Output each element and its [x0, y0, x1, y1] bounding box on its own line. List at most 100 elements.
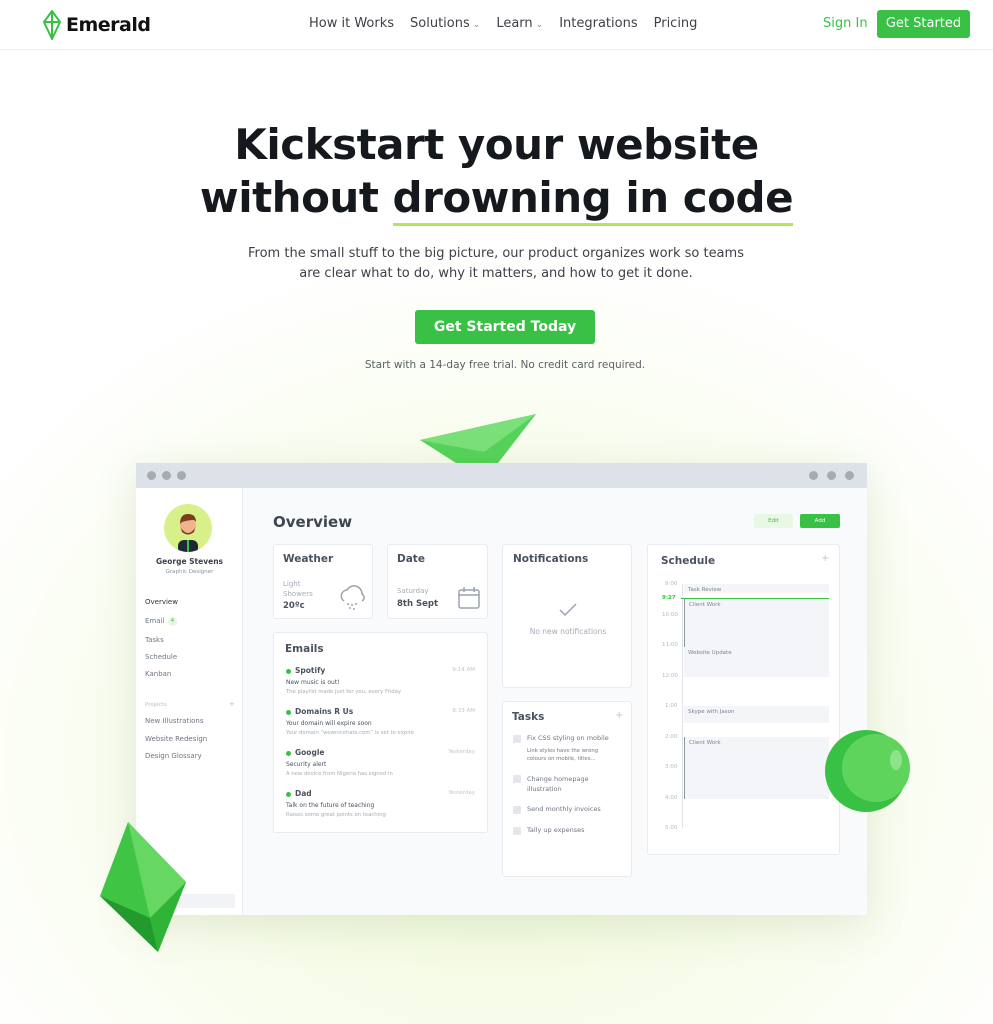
date-title: Date: [397, 553, 425, 565]
email-sender[interactable]: Google: [295, 748, 325, 757]
sidebar-item-schedule[interactable]: Schedule: [145, 653, 177, 661]
calendar-icon: [458, 587, 480, 609]
email-subject[interactable]: Security alert: [286, 761, 326, 768]
user-role: Graphic Designer: [165, 569, 214, 575]
date-card: Date Saturday 8th Sept: [387, 544, 488, 619]
sidebar-project[interactable]: Website Redesign: [145, 735, 207, 743]
task-checkbox[interactable]: [513, 775, 521, 783]
schedule-event[interactable]: Client Work: [684, 736, 829, 800]
top-nav: Emerald How it Works Solutions ⌄ Learn ⌄ I…: [0, 0, 993, 50]
schedule-hour-label: 12:00: [662, 672, 678, 679]
trial-note: Start with a 14-day free trial. No credi…: [364, 359, 646, 371]
date-day: Saturday: [397, 587, 429, 595]
task-label: Send monthly invoices: [527, 805, 601, 813]
overview-title: Overview: [273, 513, 353, 531]
user-name: George Stevens: [155, 557, 223, 566]
sidebar-item-tasks[interactable]: Tasks: [145, 636, 164, 644]
email-sender[interactable]: Domains R Us: [295, 707, 353, 716]
green-gem-top-decoration: [420, 414, 536, 463]
tasks-title: Tasks: [512, 711, 545, 723]
emails-card: Emails Spotify 9:14 AM New music is out!…: [273, 632, 488, 833]
hero-title-highlight: drowning in code: [392, 173, 794, 226]
schedule-event[interactable]: Task Review: [684, 584, 829, 594]
edit-button[interactable]: Edit: [754, 514, 793, 528]
unread-dot-icon: [286, 710, 291, 715]
email-subject[interactable]: New music is out!: [286, 679, 340, 686]
task-label: Fix CSS styling on mobile: [527, 734, 609, 742]
schedule-hour-label: 5:00: [665, 825, 678, 831]
no-notifications-text: No new notifications: [529, 627, 607, 636]
emerald-logo-icon: [42, 10, 62, 40]
schedule-event[interactable]: Client Work: [684, 599, 829, 649]
notifications-title: Notifications: [513, 553, 589, 565]
notification-icon[interactable]: [827, 471, 836, 480]
nav-solutions-label: Solutions: [410, 16, 470, 31]
window-titlebar: [136, 463, 867, 488]
nav-learn[interactable]: Learn ⌄: [496, 16, 543, 31]
weather-temp: 20ºc: [283, 601, 305, 611]
email-subject[interactable]: Talk on the future of teaching: [286, 802, 374, 809]
sidebar-project[interactable]: New Illustrations: [145, 717, 204, 725]
logo[interactable]: Emerald: [42, 10, 151, 40]
email-preview: The playlist made just for you, every Fr…: [286, 689, 402, 695]
weather-condition: Light Showers: [283, 580, 313, 598]
sign-in-link[interactable]: Sign In: [823, 16, 868, 31]
schedule-title: Schedule: [661, 555, 716, 567]
sidebar-item-overview[interactable]: Overview: [145, 598, 178, 606]
current-time-line: [681, 597, 829, 599]
unread-dot-icon: [286, 751, 291, 756]
nav-how-it-works[interactable]: How it Works: [309, 16, 394, 31]
gear-icon[interactable]: [845, 471, 854, 480]
email-time: 8:33 AM: [452, 708, 475, 714]
task-checkbox[interactable]: [513, 806, 521, 814]
email-sender[interactable]: Dad: [295, 789, 312, 798]
email-count-badge: 4: [168, 617, 177, 626]
sidebar-item-kanban[interactable]: Kanban: [145, 670, 171, 678]
email-preview: Raises some great points on teaching: [286, 812, 386, 818]
brand-name: Emerald: [66, 14, 151, 36]
projects-label: Projects: [145, 702, 167, 708]
get-started-button[interactable]: Get Started: [877, 10, 970, 38]
schedule-hour-label: 11:00: [662, 642, 678, 648]
window-dot: [147, 471, 156, 480]
current-time-label: 9:27: [662, 594, 676, 601]
get-started-today-button[interactable]: Get Started Today: [415, 310, 595, 344]
avatar: [164, 504, 212, 552]
help-icon[interactable]: [809, 471, 818, 480]
hero-title-line1: Kickstart your website: [234, 120, 759, 169]
green-gem-left-decoration: [100, 822, 186, 952]
add-task-icon[interactable]: +: [615, 710, 623, 721]
schedule-event[interactable]: Skype with Jason: [684, 706, 829, 723]
email-time: Yesterday: [448, 749, 475, 755]
task-description: Link styles have the wrong colours on mo…: [527, 748, 599, 762]
task-label: Tally up expenses: [527, 826, 585, 834]
unread-dot-icon: [286, 792, 291, 797]
hero-title-line2: without: [199, 173, 393, 222]
schedule-event[interactable]: Website Update: [684, 646, 829, 678]
add-project-icon[interactable]: +: [229, 700, 235, 708]
task-checkbox[interactable]: [513, 735, 521, 743]
window-dot: [162, 471, 171, 480]
timeline-axis: [682, 584, 683, 828]
green-sphere-decoration: [825, 730, 910, 812]
chevron-down-icon: ⌄: [535, 20, 544, 30]
emails-title: Emails: [285, 643, 324, 655]
hero-title: Kickstart your website without drowning i…: [0, 118, 993, 226]
sidebar-project[interactable]: Design Glossary: [145, 752, 202, 760]
email-subject[interactable]: Your domain will expire soon: [286, 720, 372, 727]
nav-pricing[interactable]: Pricing: [654, 16, 698, 31]
nav-integrations[interactable]: Integrations: [559, 16, 637, 31]
nav-solutions[interactable]: Solutions ⌄: [410, 16, 480, 31]
date-value: 8th Sept: [397, 599, 439, 609]
email-sender[interactable]: Spotify: [295, 666, 325, 675]
add-button[interactable]: Add: [800, 514, 840, 528]
notifications-card: Notifications No new notifications: [502, 544, 632, 688]
schedule-hour-label: 2:00: [665, 733, 678, 740]
task-checkbox[interactable]: [513, 827, 521, 835]
check-icon: [559, 603, 577, 617]
sidebar-item-email[interactable]: Email: [145, 617, 164, 625]
email-time: Yesterday: [448, 790, 475, 796]
add-event-icon[interactable]: +: [821, 553, 829, 564]
task-label: Change homepage illustration: [527, 775, 589, 793]
schedule-hour-label: 9:00: [665, 581, 678, 587]
